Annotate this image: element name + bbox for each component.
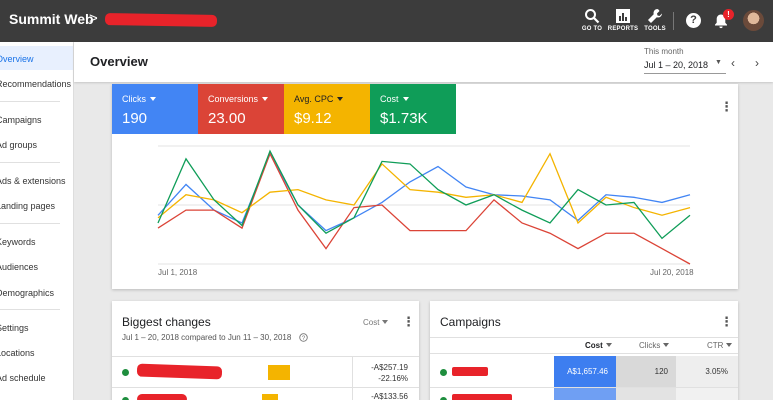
- biggest-changes-card: Biggest changes Cost ⋮ Jul 1 – 20, 2018 …: [112, 301, 419, 400]
- redacted-account-label: [104, 13, 218, 27]
- overview-line-chart: [157, 145, 691, 265]
- toolbar-divider: [673, 12, 674, 30]
- search-icon: [585, 9, 600, 24]
- sidebar-item-recommendations[interactable]: Recommendations: [0, 79, 71, 89]
- series-line-0: [157, 152, 691, 232]
- sidebar-item-audiences[interactable]: Audiences: [0, 262, 38, 272]
- sidebar-item-demographics[interactable]: Demographics: [0, 288, 54, 298]
- campaigns-card: Campaigns ⋮ Cost Clicks CTR A$1,657.46 1…: [430, 301, 738, 400]
- sidebar-item-ads-extensions[interactable]: Ads & extensions: [0, 176, 66, 186]
- card-title: Campaigns: [440, 315, 501, 329]
- change-value: -A$133.56: [371, 392, 408, 400]
- sidebar-divider: [0, 223, 60, 224]
- chevron-down-icon[interactable]: ▼: [715, 59, 722, 66]
- campaigns-menu-icon[interactable]: ⋮: [720, 315, 733, 328]
- column-header-clicks[interactable]: Clicks: [639, 341, 669, 350]
- help-circle-icon[interactable]: ?: [299, 333, 308, 342]
- sidebar-item-ad-schedule[interactable]: Ad schedule: [0, 373, 46, 383]
- change-percent: -22.16%: [378, 374, 408, 383]
- status-dot: [122, 369, 129, 376]
- goto-button[interactable]: GO TO: [575, 8, 609, 32]
- account-name[interactable]: Summit Web: [9, 11, 94, 27]
- sidebar-divider: [0, 309, 60, 310]
- change-bar: [268, 365, 290, 380]
- campaign-cost: A$1,657.46: [567, 367, 608, 376]
- comparison-subtitle: Jul 1 – 20, 2018 compared to Jun 11 – 30…: [122, 333, 292, 342]
- chart-series: [157, 149, 691, 265]
- wrench-icon: [648, 9, 662, 23]
- changes-menu-icon[interactable]: ⋮: [402, 315, 415, 328]
- sidebar-item-settings[interactable]: Settings: [0, 323, 29, 333]
- svg-text:?: ?: [302, 335, 306, 342]
- date-range-selector[interactable]: Jul 1 – 20, 2018: [644, 60, 708, 70]
- sidebar-divider: [0, 162, 60, 163]
- reports-label: REPORTS: [607, 26, 639, 32]
- column-header-divider: [430, 353, 738, 354]
- date-range-label: This month: [644, 47, 684, 56]
- sidebar-item-locations[interactable]: Locations: [0, 348, 35, 358]
- sidebar: Overview Recommendations Campaigns Ad gr…: [0, 42, 74, 400]
- campaign-ctr: 3.05%: [705, 367, 728, 376]
- reports-icon: [616, 9, 630, 23]
- row-divider: [112, 387, 419, 388]
- row-divider: [112, 356, 419, 357]
- sidebar-item-campaigns[interactable]: Campaigns: [0, 115, 42, 125]
- sidebar-divider: [0, 101, 60, 102]
- avatar[interactable]: [743, 10, 764, 31]
- column-header-cost[interactable]: Cost: [585, 341, 612, 350]
- ctr-cell: [676, 388, 738, 400]
- next-period-button[interactable]: ›: [755, 56, 759, 70]
- sidebar-item-landing-pages[interactable]: Landing pages: [0, 201, 55, 211]
- series-line-1: [157, 152, 691, 265]
- goto-label: GO TO: [581, 26, 603, 32]
- card-title: Biggest changes: [122, 315, 211, 329]
- x-axis-end-label: Jul 20, 2018: [650, 268, 694, 277]
- redacted-row-label: [136, 363, 223, 380]
- prev-period-button[interactable]: ‹: [731, 56, 735, 70]
- sidebar-item-overview[interactable]: Overview: [0, 54, 34, 64]
- page-header: Overview This month Jul 1 – 20, 2018 ▼ ‹…: [74, 42, 773, 82]
- column-divider: [352, 356, 353, 400]
- status-dot: [440, 369, 447, 376]
- page-title: Overview: [90, 54, 148, 69]
- redacted-row-label: [137, 394, 187, 400]
- notification-badge: !: [723, 9, 734, 20]
- breadcrumb-separator: >: [89, 10, 98, 27]
- tools-label: TOOLS: [644, 26, 666, 32]
- column-header-ctr[interactable]: CTR: [707, 341, 732, 350]
- tools-button[interactable]: TOOLS: [638, 8, 672, 32]
- date-underline: [644, 73, 726, 74]
- redacted-campaign-name: [452, 367, 488, 376]
- cost-cell: [554, 388, 616, 400]
- help-icon[interactable]: ?: [686, 13, 701, 28]
- sidebar-item-ad-groups[interactable]: Ad groups: [0, 140, 37, 150]
- series-line-2: [157, 152, 691, 225]
- sidebar-item-keywords[interactable]: Keywords: [0, 237, 36, 247]
- top-bar: Summit Web > GO TO REPORTS TOOLS ? !: [0, 0, 773, 42]
- change-bar: [262, 394, 278, 400]
- header-divider: [430, 337, 738, 338]
- x-axis-start-label: Jul 1, 2018: [158, 268, 198, 277]
- overview-card: Clicks 190 Conversions 23.00 Avg. CPC $9…: [112, 84, 738, 289]
- metric-filter-dropdown[interactable]: Cost: [363, 318, 388, 327]
- clicks-cell: [616, 388, 676, 400]
- change-value: -A$257.19: [371, 363, 408, 372]
- reports-button[interactable]: REPORTS: [606, 8, 640, 32]
- campaign-clicks: 120: [654, 367, 668, 376]
- redacted-campaign-name: [452, 394, 512, 400]
